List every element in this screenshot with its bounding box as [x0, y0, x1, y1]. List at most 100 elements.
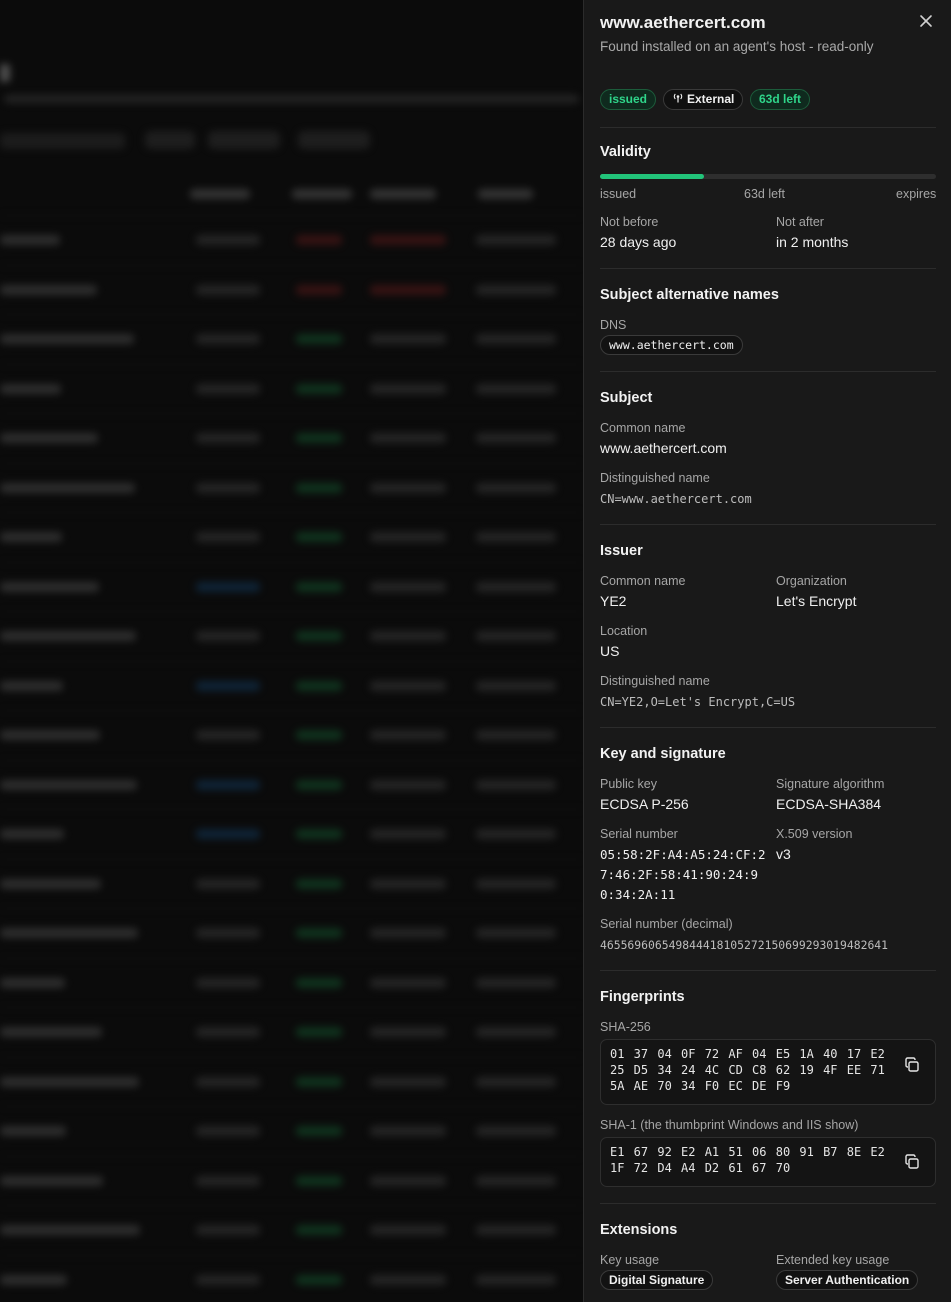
validity-heading: Validity [600, 144, 651, 160]
background-row [0, 1155, 583, 1205]
background-cell [0, 1126, 66, 1136]
background-column-header [292, 189, 352, 199]
background-cell [0, 334, 134, 344]
background-cell [0, 482, 135, 493]
remaining-badge: 63d left [750, 89, 811, 110]
background-cell [196, 878, 260, 889]
background-cell [296, 1274, 342, 1285]
background-column-header [478, 189, 533, 199]
background-cell [370, 928, 446, 938]
background-column-header [190, 189, 250, 199]
divider [600, 268, 936, 269]
background-cell [0, 1027, 102, 1037]
sha256-box: 01 37 04 0F 72 AF 04 E5 1A 40 17 E2 25 D… [600, 1039, 936, 1105]
background-cell [296, 482, 342, 493]
background-cell [370, 977, 446, 988]
background-cell [196, 928, 260, 938]
background-cell [0, 680, 63, 691]
background-cell [370, 284, 446, 295]
serial-number-value: 05:58:2F:A4:A5:24:CF:2 7:46:2F:58:41:90:… [600, 845, 770, 905]
background-cell [476, 383, 556, 394]
not-before-value: 28 days ago [600, 234, 677, 250]
background-cell [296, 1076, 342, 1087]
broadcast-icon [672, 91, 684, 110]
background-row [0, 1106, 583, 1155]
background-cell [370, 482, 446, 493]
background-cell [370, 631, 446, 641]
issuer-cn-label: Common name [600, 574, 686, 588]
background-cell [196, 284, 260, 295]
background-row [0, 660, 583, 710]
divider [600, 371, 936, 372]
validity-start-label: issued [600, 187, 637, 201]
not-after-label: Not after [776, 215, 824, 229]
background-search [0, 133, 125, 149]
background-cell [196, 532, 260, 542]
background-cell [196, 1076, 260, 1087]
background-cell [476, 532, 556, 542]
sha256-label: SHA-256 [600, 1020, 651, 1034]
close-icon[interactable] [917, 12, 935, 30]
divider [600, 727, 936, 728]
background-cell [0, 235, 60, 245]
background-cell [196, 581, 260, 592]
divider [600, 524, 936, 525]
background-row [0, 413, 583, 462]
background-cell [196, 730, 260, 740]
background-cell [476, 482, 556, 493]
issuer-location-label: Location [600, 624, 648, 638]
issuer-dn-value: CN=YE2,O=Let's Encrypt,C=US [600, 695, 796, 709]
background-cell [296, 779, 342, 790]
background-cell [196, 977, 260, 988]
source-badge-label: External [687, 92, 735, 106]
signature-algorithm-value: ECDSA-SHA384 [776, 796, 882, 812]
fingerprints-heading: Fingerprints [600, 989, 685, 1005]
background-row [0, 215, 583, 264]
background-cell [296, 284, 342, 295]
background-cell [196, 1126, 260, 1136]
background-cell [296, 532, 342, 542]
background-cell [296, 581, 342, 592]
certificate-detail-panel: www.aethercert.com Found installed on an… [583, 0, 951, 1302]
background-cell [0, 433, 98, 443]
issuer-org-label: Organization [776, 574, 847, 588]
copy-icon[interactable] [903, 1153, 921, 1171]
divider [600, 1203, 936, 1204]
background-cell [370, 1126, 446, 1136]
subject-heading: Subject [600, 390, 653, 406]
background-cell [370, 779, 446, 790]
sha1-value: E1 67 92 E2 A1 51 06 80 91 B7 8E E2 1F 7… [610, 1145, 885, 1175]
background-row [0, 809, 583, 858]
key-usage-pill: Digital Signature [600, 1270, 714, 1290]
background-row [0, 512, 583, 561]
background-cell [370, 1027, 446, 1037]
background-cell [196, 1175, 260, 1186]
not-before-label: Not before [600, 215, 659, 229]
background-filter-chip [208, 131, 280, 149]
serial-line: 0:34:2A:11 [600, 887, 676, 902]
background-cell [476, 1225, 556, 1235]
background-cell [0, 532, 62, 542]
background-cell [370, 829, 446, 839]
background-filter-chip [298, 131, 370, 149]
background-cell [370, 532, 446, 542]
issuer-cn-value: YE2 [600, 593, 627, 609]
background-cell [296, 928, 342, 938]
background-cell [370, 433, 446, 443]
background-cell [370, 1175, 446, 1186]
background-cell [0, 977, 65, 988]
background-cell [196, 482, 260, 493]
subject-dn-label: Distinguished name [600, 471, 710, 485]
issuer-org-value: Let's Encrypt [776, 593, 857, 609]
background-row [0, 611, 583, 660]
background-cell [296, 1225, 342, 1235]
background-row [0, 908, 583, 957]
background-cell [370, 878, 446, 889]
background-cell [476, 928, 556, 938]
background-cell [0, 1175, 103, 1186]
status-badge: issued [600, 89, 657, 110]
serial-line: 05:58:2F:A4:A5:24:CF:2 [600, 847, 766, 862]
copy-icon[interactable] [903, 1056, 921, 1074]
x509-version-value: v3 [776, 846, 791, 862]
background-cell [476, 829, 556, 839]
